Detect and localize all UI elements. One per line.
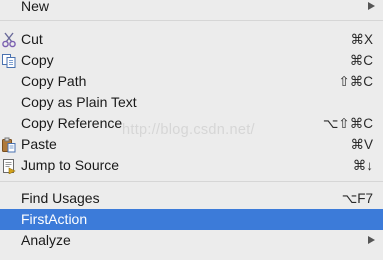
menu-item-firstaction[interactable]: FirstAction [0,209,383,230]
menu-item-copy-as-plain-text[interactable]: Copy as Plain Text [0,92,383,113]
shortcut-label: ⇧⌘C [338,74,373,89]
context-menu: New Cut ⌘X Copy ⌘C Copy Path ⇧⌘C Copy as… [0,0,383,260]
menu-item-cut[interactable]: Cut ⌘X [0,29,383,50]
menu-item-copy[interactable]: Copy ⌘C [0,50,383,71]
menu-item-label: Copy as Plain Text [21,94,137,110]
menu-item-label: Cut [21,31,43,47]
menu-item-label: Find Usages [21,190,100,206]
menu-item-label: Copy Reference [21,115,123,131]
shortcut-label: ⌘V [350,137,373,152]
menu-item-label: Paste [21,136,57,152]
menu-item-label: FirstAction [21,211,88,227]
shortcut-label: ⌘C [349,53,373,68]
scissors-icon [1,32,17,48]
menu-item-new[interactable]: New [0,0,383,17]
menu-item-jump-to-source[interactable]: Jump to Source ⌘↓ [0,155,383,176]
jump-to-source-icon [1,158,17,175]
menu-item-analyze[interactable]: Analyze [0,230,383,251]
menu-item-label: New [21,0,50,14]
shortcut-label: ⌘↓ [352,158,373,173]
paste-icon [1,137,17,153]
copy-icon [1,53,17,69]
menu-separator [0,20,383,21]
watermark-text: http://blog.csdn.net/ [122,122,255,138]
shortcut-label: ⌥⇧⌘C [322,116,373,131]
menu-item-find-usages[interactable]: Find Usages ⌥F7 [0,188,383,209]
menu-item-label: Analyze [21,232,71,248]
menu-item-label: Copy [21,52,54,68]
submenu-arrow-icon [368,236,375,244]
menu-separator [0,181,383,182]
shortcut-label: ⌥F7 [341,191,373,206]
menu-item-label: Copy Path [21,73,87,89]
submenu-arrow-icon [368,2,375,10]
menu-item-label: Jump to Source [21,157,120,173]
menu-item-copy-path[interactable]: Copy Path ⇧⌘C [0,71,383,92]
shortcut-label: ⌘X [350,32,373,47]
